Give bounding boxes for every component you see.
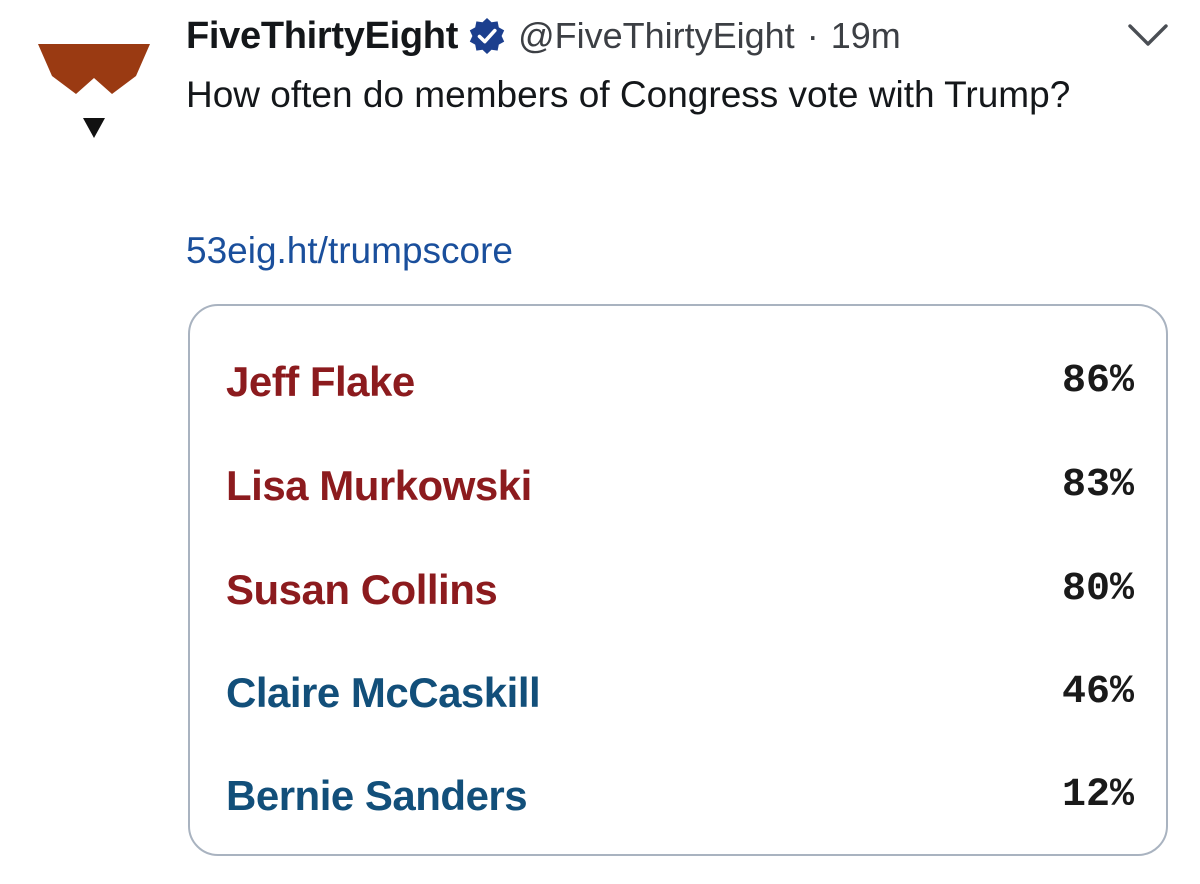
member-score: 83% xyxy=(1061,463,1134,508)
member-name: Susan Collins xyxy=(226,566,498,613)
member-score: 86% xyxy=(1061,359,1134,404)
member-score: 80% xyxy=(1061,567,1134,612)
tweet-text: How often do members of Congress vote wi… xyxy=(186,74,1071,115)
fivethirtyeight-logo-icon xyxy=(38,44,150,138)
score-card[interactable]: Jeff Flake 86% Lisa Murkowski 83% Susan … xyxy=(188,304,1168,856)
timestamp[interactable]: 19m xyxy=(831,15,901,57)
member-name: Claire McCaskill xyxy=(226,669,541,716)
display-name[interactable]: FiveThirtyEight xyxy=(186,15,458,58)
tweet-header: FiveThirtyEight @FiveThirtyEight · 19m xyxy=(186,12,901,60)
member-name: Jeff Flake xyxy=(226,358,415,405)
tweet-menu-button[interactable] xyxy=(1126,18,1170,52)
separator-dot: · xyxy=(806,15,819,56)
member-score: 12% xyxy=(1061,773,1134,818)
user-handle[interactable]: @FiveThirtyEight xyxy=(518,15,795,57)
score-row: Jeff Flake 86% xyxy=(226,352,1134,412)
score-row: Bernie Sanders 12% xyxy=(226,766,1134,826)
tweet-link[interactable]: 53eig.ht/trumpscore xyxy=(186,228,513,274)
member-name: Bernie Sanders xyxy=(226,772,528,819)
score-row: Susan Collins 80% xyxy=(226,560,1134,620)
score-row: Lisa Murkowski 83% xyxy=(226,456,1134,516)
score-row: Claire McCaskill 46% xyxy=(226,663,1134,723)
member-score: 46% xyxy=(1061,670,1134,715)
chevron-down-icon xyxy=(1128,24,1168,46)
member-name: Lisa Murkowski xyxy=(226,462,532,509)
avatar[interactable] xyxy=(38,42,150,154)
verified-badge-icon xyxy=(468,17,506,55)
